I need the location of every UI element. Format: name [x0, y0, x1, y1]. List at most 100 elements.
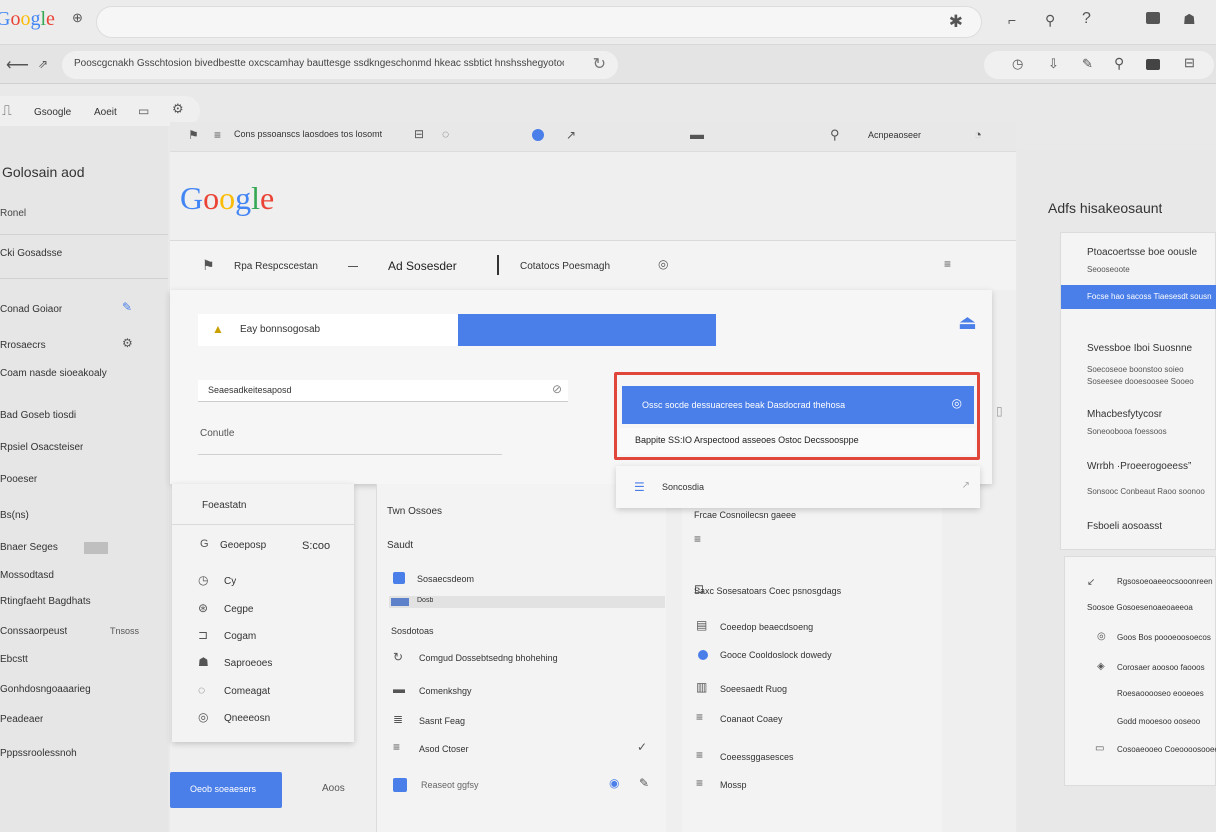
middle-item[interactable]: Reaseot ggfsy [421, 780, 479, 790]
tab-reports[interactable]: Rpa Respcscestan [234, 261, 318, 272]
dropdown-option[interactable]: ☰ Soncosdia ↗ [616, 466, 980, 508]
toggle-icon[interactable]: ◉ [609, 776, 619, 790]
search-bar[interactable]: ✱ [96, 6, 982, 38]
clear-icon[interactable]: ⊘ [552, 382, 562, 396]
sub-item[interactable]: Cegpe [224, 604, 253, 615]
right-item[interactable]: Soeesaedt Ruog [720, 684, 787, 694]
google-icon[interactable]: ◎ [952, 396, 962, 410]
arrow-icon[interactable]: ↗ [962, 480, 970, 491]
checkbox-icon[interactable] [393, 572, 405, 584]
left-item[interactable]: Rrosaecrs [0, 340, 46, 351]
ads-list-item[interactable]: Godd mooesoo ooseoo [1117, 717, 1200, 726]
arrow-icon[interactable]: ↗ [566, 128, 576, 142]
puzzle-icon[interactable]: ✱ [949, 12, 963, 32]
left-item[interactable]: Coam nasde sioeakoaly [0, 368, 107, 379]
download-icon[interactable]: ⇩ [1048, 56, 1059, 72]
search-icon[interactable]: ⚲ [1114, 55, 1124, 72]
address-box[interactable]: Pooscgcnakh Gsschtosion bivedbestte oxcs… [62, 51, 618, 79]
ads-list-item[interactable]: Goos Bos poooeoosoecos [1117, 633, 1211, 642]
tab-google[interactable]: Gsoogle [34, 107, 71, 118]
left-item[interactable]: Pppssroolessnoh [0, 748, 77, 759]
bookmark-icon[interactable]: ⚑ [188, 128, 199, 142]
left-item[interactable]: Bnaer Seges [0, 542, 58, 553]
right-item[interactable]: Mossp [720, 780, 747, 790]
copy-icon[interactable]: ▯ [996, 404, 1003, 418]
sub-item[interactable]: Cogam [224, 631, 256, 642]
account-text[interactable]: Acnpeaoseer [868, 130, 921, 140]
google-logo-small[interactable]: Google [0, 8, 55, 31]
right-item[interactable]: Coanaot Coaey [720, 714, 783, 724]
middle-item[interactable]: Sosdotoas [391, 626, 434, 636]
left-item[interactable]: Rtingfaeht Bagdhats [0, 596, 91, 607]
search-field[interactable]: ▲ Eay bonnsogosab [198, 314, 458, 346]
edit-icon[interactable]: ✎ [639, 776, 649, 790]
account-icon[interactable]: ☗ [1183, 11, 1196, 28]
search-icon[interactable]: ⚲ [830, 127, 840, 143]
lock-icon[interactable]: ▭ [138, 104, 149, 118]
tag-icon[interactable]: ✎ [1082, 56, 1093, 72]
edit-icon[interactable]: ✎ [122, 300, 132, 314]
ads-list-item[interactable]: Rgsosoeoaeeocsooonreen [1117, 577, 1213, 586]
middle-item[interactable]: Sosaecsdeom [417, 574, 474, 584]
card-button[interactable]: Focse hao sacoss Tiaesesdt sousn [1061, 285, 1216, 309]
sub-item[interactable]: Qneeeosn [224, 713, 270, 724]
left-item[interactable]: Pooeser [0, 474, 37, 485]
middle-item[interactable]: Comgud Dossebtsedng bhohehing [419, 653, 558, 663]
help-icon[interactable]: ? [1082, 10, 1091, 28]
dropdown-selected[interactable]: Ossc socde dessuacrees beak Dasdocrad th… [622, 386, 974, 424]
eye-icon[interactable]: ◎ [658, 257, 668, 271]
right-item[interactable]: Coeedop beaecdsoeng [720, 622, 813, 632]
sub-item[interactable]: Saproeoes [224, 658, 272, 669]
ads-list-item[interactable]: Roesaooooseo eooeoes [1117, 689, 1204, 698]
help-icon[interactable]: ◔ [974, 127, 982, 142]
middle-item[interactable]: Dosb [417, 597, 433, 604]
primary-button[interactable]: Oeob soeaesers [170, 772, 282, 808]
dropdown-highlight-option[interactable]: Bappite SS:IO Arspectood asseoes Ostoc D… [619, 428, 975, 454]
sub-item[interactable]: Cy [224, 576, 236, 587]
left-item[interactable]: Conad Goiaor [0, 304, 62, 315]
ads-list-item[interactable]: Soosoe Gosoesenoaeoaeeoa [1087, 603, 1193, 612]
left-item[interactable]: Cki Gosadsse [0, 248, 62, 259]
left-item[interactable]: Conssaorpeust [0, 626, 67, 637]
share-icon[interactable]: ⇗ [38, 57, 48, 71]
right-item[interactable]: Saxc Sosesatoars Coec psnosgdags [694, 586, 841, 596]
chat-icon[interactable]: ◌ [442, 127, 449, 141]
search-button[interactable] [458, 314, 716, 346]
right-item[interactable]: Coeessggasesces [720, 752, 794, 762]
settings-icon[interactable]: ⚙ [172, 101, 184, 117]
left-item[interactable]: Gonhdosngoaaarieg [0, 684, 91, 695]
left-item[interactable]: Mossodtasd [0, 570, 54, 581]
menu-icon[interactable]: ≡ [944, 257, 951, 271]
cast-icon[interactable]: ⌐ [1008, 12, 1016, 28]
history-icon[interactable]: ◷ [1012, 56, 1023, 72]
search-icon[interactable]: ⊕ [72, 10, 83, 26]
sub-item[interactable]: Geoeposp [220, 540, 266, 551]
refresh-icon[interactable]: ↻ [593, 54, 606, 74]
flag-icon[interactable]: ⚑ [202, 257, 215, 274]
left-item[interactable]: Peadeaer [0, 714, 43, 725]
check-icon[interactable]: ✓ [637, 740, 647, 754]
tab-contacts[interactable]: Cotatocs Poesmagh [520, 261, 610, 272]
middle-item[interactable]: Comenkshgy [419, 686, 472, 696]
left-item[interactable]: Bad Goseb tiosdi [0, 410, 76, 421]
left-item[interactable]: Bs(ns) [0, 510, 29, 521]
left-item[interactable]: Ebcstt [0, 654, 28, 665]
secondary-label[interactable]: Aoos [322, 783, 345, 794]
status-dot-icon[interactable] [532, 129, 544, 141]
middle-item[interactable]: Asod Ctoser [419, 744, 469, 754]
left-item[interactable]: Rpsiel Osacsteiser [0, 442, 83, 453]
window-icon[interactable] [1146, 12, 1160, 24]
middle-item[interactable]: Sasnt Feag [419, 716, 465, 726]
apps-icon[interactable]: ⊟ [1184, 55, 1195, 71]
checkbox-icon[interactable] [393, 778, 407, 792]
tab-ads[interactable]: Aoeit [94, 107, 117, 118]
minus-icon[interactable]: ▬ [690, 126, 704, 142]
menu-icon[interactable]: ≡ [214, 128, 221, 142]
right-item[interactable]: Frcae Cosnoilecsn gaeee [694, 510, 796, 520]
tab-ad-selector[interactable]: Ad Sosesder [388, 259, 457, 273]
file-icon[interactable]: ⎍ [2, 102, 12, 119]
gear-icon[interactable]: ⚙ [122, 336, 133, 350]
text-input[interactable]: Seaesadkeitesaposd ⊘ [198, 380, 568, 402]
grid-icon[interactable]: ⊟ [414, 127, 424, 141]
pin-icon[interactable]: ⚲ [1045, 12, 1055, 29]
